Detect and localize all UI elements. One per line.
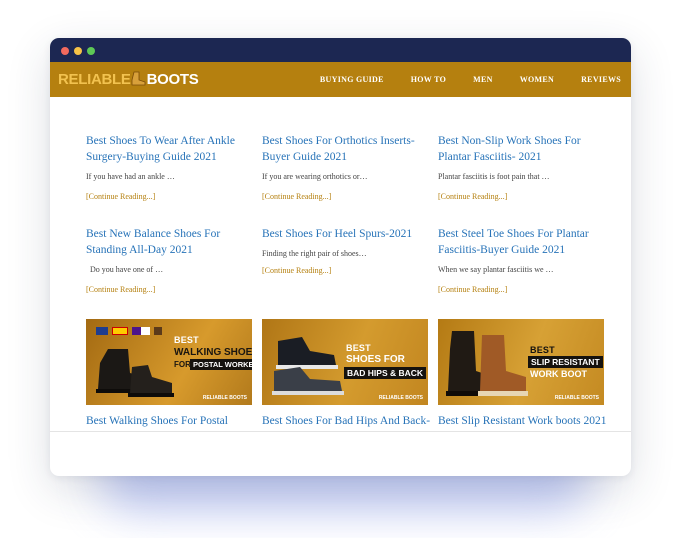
thumb-brand-watermark: RELIABLE BOOTS <box>554 395 599 401</box>
thumb-best-label: BEST <box>346 343 371 353</box>
ups-logo-icon <box>154 327 162 335</box>
post-title-link[interactable]: Best New Balance Shoes For Standing All-… <box>86 226 254 258</box>
continue-reading-link[interactable]: [Continue Reading...] <box>438 285 606 294</box>
post-excerpt: Plantar fasciitis is foot pain that … <box>438 172 550 181</box>
thumb-brand-watermark: RELIABLE BOOTS <box>378 395 423 401</box>
minimize-window-dot[interactable] <box>74 47 82 55</box>
nav-men[interactable]: MEN <box>473 75 493 84</box>
thumbnail-bad-hips-shoes[interactable]: BEST SHOES FOR BAD HIPS & BACK RELIABLE … <box>262 319 428 405</box>
post-title-link[interactable]: Best Shoes For Bad Hips And Back- <box>262 413 434 429</box>
thumb-brand-watermark: RELIABLE BOOTS <box>202 395 247 401</box>
boot-icon <box>129 70 147 88</box>
continue-reading-link[interactable]: [Continue Reading...] <box>86 285 254 294</box>
work-shoes-image <box>96 349 174 397</box>
post-card: Best New Balance Shoes For Standing All-… <box>86 226 254 294</box>
nav-reviews[interactable]: REVIEWS <box>581 75 621 84</box>
continue-reading-link[interactable]: [Continue Reading...] <box>262 192 430 201</box>
post-title-link[interactable]: Best Non-Slip Work Shoes For Plantar Fas… <box>438 133 606 165</box>
post-card: Best Shoes For Orthotics Inserts-Buyer G… <box>262 133 430 201</box>
main-nav: BUYING GUIDE HOW TO MEN WOMEN REVIEWS <box>320 62 621 97</box>
work-boots-image <box>446 331 528 396</box>
post-card: Best Steel Toe Shoes For Plantar Fasciit… <box>438 226 606 294</box>
window-titlebar <box>50 38 631 62</box>
post-title-link[interactable]: Best Shoes For Orthotics Inserts-Buyer G… <box>262 133 430 165</box>
post-title-link[interactable]: Best Walking Shoes For Postal <box>86 413 258 429</box>
thumb-for-label: FOR <box>174 360 191 369</box>
fedex-logo-icon <box>132 327 150 335</box>
continue-reading-link[interactable]: [Continue Reading...] <box>86 192 254 201</box>
post-excerpt: Do you have one of … <box>86 265 164 274</box>
nav-women[interactable]: WOMEN <box>520 75 554 84</box>
close-window-dot[interactable] <box>61 47 69 55</box>
continue-reading-link[interactable]: [Continue Reading...] <box>438 192 606 201</box>
logo-text-reliable: RELIABLE <box>58 70 131 88</box>
post-title-link[interactable]: Best Shoes For Heel Spurs-2021 <box>262 226 430 242</box>
thumb-headline: SHOES FOR <box>346 354 405 365</box>
post-card: Best Non-Slip Work Shoes For Plantar Fas… <box>438 133 606 201</box>
continue-reading-link[interactable]: [Continue Reading...] <box>262 266 430 275</box>
logo-text-boots: BOOTS <box>146 70 199 88</box>
post-excerpt: When we say plantar fasciitis we … <box>438 265 554 274</box>
post-grid: Best Shoes To Wear After Ankle Surgery-B… <box>50 97 631 432</box>
thumb-headline: WALKING SHOES <box>174 347 252 358</box>
postal-logos <box>96 327 162 335</box>
dhl-logo-icon <box>112 327 128 335</box>
post-title-link[interactable]: Best Steel Toe Shoes For Plantar Fasciit… <box>438 226 606 258</box>
post-excerpt: If you are wearing orthotics or… <box>262 172 368 181</box>
thumbnail-slip-resistant-boot[interactable]: BEST SLIP RESISTANT WORK BOOT RELIABLE B… <box>438 319 604 405</box>
sneakers-image <box>272 337 344 395</box>
site-logo[interactable]: RELIABLE BOOTS <box>58 69 199 89</box>
thumb-subheadline: BAD HIPS & BACK <box>344 367 427 379</box>
post-title-link[interactable]: Best Slip Resistant Work boots 2021 <box>438 413 610 429</box>
thumb-best-label: BEST <box>530 345 555 355</box>
post-excerpt: Finding the right pair of shoes… <box>262 249 367 258</box>
content-divider <box>50 431 631 432</box>
thumb-best-label: BEST <box>174 335 199 345</box>
post-card: Best Shoes To Wear After Ankle Surgery-B… <box>86 133 254 201</box>
thumb-subheadline: POSTAL WORKERS <box>190 359 252 370</box>
post-card: Best Shoes For Heel Spurs-2021 Finding t… <box>262 226 430 275</box>
usps-logo-icon <box>96 327 108 335</box>
site-navbar: RELIABLE BOOTS BUYING GUIDE HOW TO MEN W… <box>50 62 631 97</box>
nav-how-to[interactable]: HOW TO <box>411 75 446 84</box>
nav-buying-guide[interactable]: BUYING GUIDE <box>320 75 384 84</box>
thumb-headline: SLIP RESISTANT <box>528 356 603 368</box>
maximize-window-dot[interactable] <box>87 47 95 55</box>
thumb-subheadline: WORK BOOT <box>530 369 587 379</box>
thumbnail-postal-walking-shoes[interactable]: BEST WALKING SHOES FOR POSTAL WORKERS RE… <box>86 319 252 405</box>
browser-window: RELIABLE BOOTS BUYING GUIDE HOW TO MEN W… <box>50 38 631 476</box>
post-title-link[interactable]: Best Shoes To Wear After Ankle Surgery-B… <box>86 133 254 165</box>
post-excerpt: If you have had an ankle … <box>86 172 175 181</box>
